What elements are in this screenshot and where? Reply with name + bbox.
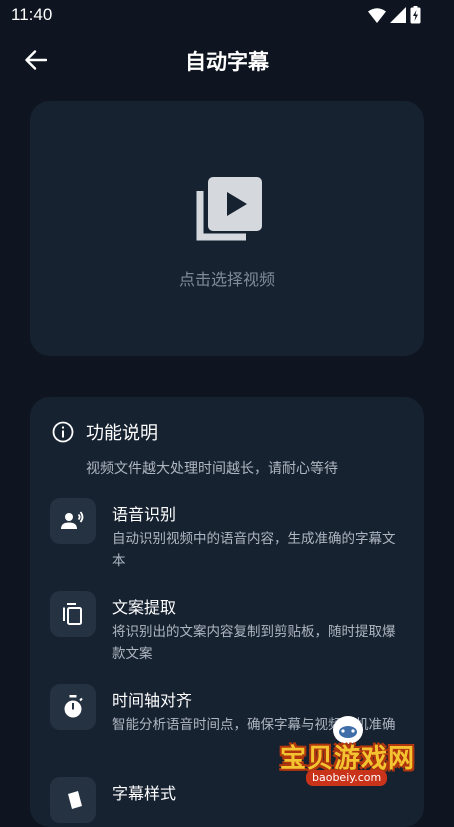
watermark-logo: 宝贝游戏网 baobeiy.com: [276, 712, 426, 787]
video-library-icon: [196, 177, 262, 241]
select-video-hint: 点击选择视频: [178, 270, 275, 289]
style-icon: [50, 777, 96, 823]
info-icon: [52, 421, 74, 443]
page-title: 自动字幕: [185, 50, 269, 74]
feature-title: 字幕样式: [112, 784, 177, 803]
info-header: 功能说明: [52, 419, 158, 445]
feature-description: 自动识别视频中的语音内容，生成准确的字幕文本: [112, 531, 396, 569]
feature-description: 将识别出的文案内容复制到剪贴板，随时提取爆款文案: [112, 624, 396, 662]
app-bar: 自动字幕: [0, 30, 454, 90]
copy-icon: [50, 591, 96, 637]
info-subtitle: 视频文件越大处理时间越长，请耐心等待: [86, 461, 338, 477]
status-time: 11:40: [11, 5, 53, 24]
feature-title: 语音识别: [112, 505, 177, 524]
battery-icon: [410, 6, 421, 24]
status-bar: 11:40: [0, 0, 454, 30]
voice-recognition-icon: [50, 498, 96, 544]
select-video-card[interactable]: 点击选择视频: [30, 101, 424, 356]
watermark-url: baobeiy.com: [306, 770, 388, 786]
cellular-signal-icon: [390, 7, 406, 23]
wifi-icon: [368, 7, 386, 23]
feature-title: 时间轴对齐: [112, 691, 193, 710]
status-icons: [368, 6, 421, 24]
timer-icon: [50, 684, 96, 730]
feature-title: 文案提取: [112, 598, 177, 617]
info-title: 功能说明: [86, 423, 158, 444]
